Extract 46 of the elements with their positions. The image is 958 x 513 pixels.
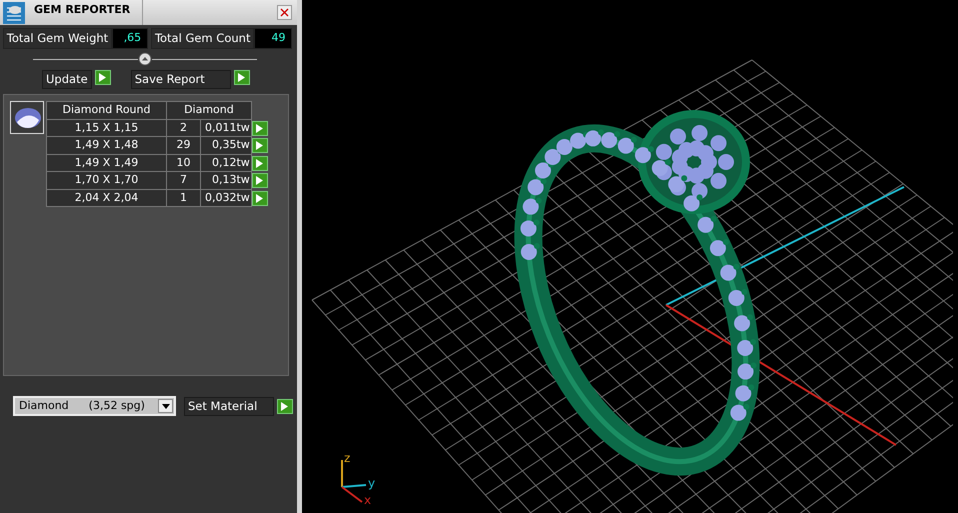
window-title: GEM REPORTER [25,0,143,25]
play-icon [281,402,288,411]
table-cell: 10 [166,154,200,172]
close-button[interactable] [277,5,292,20]
table-cell: 1,70 X 1,70 [46,172,166,190]
set-material-button[interactable]: Set Material [184,396,274,416]
material-density: (3,52 spg) [88,398,145,414]
save-report-button[interactable]: Save Report [130,70,231,90]
table-cell: 0,12tw [200,154,252,172]
table-cell: 0,35tw [200,136,252,154]
column-header: Diamond [166,102,252,120]
total-value: 49 [254,28,292,49]
dropdown-caret-icon [158,399,173,414]
table-cell: 29 [166,136,200,154]
table-cell: 0,032tw [200,189,252,207]
table-cell: 2 [166,119,200,137]
table-cell: 0,011tw [200,119,252,137]
table-cell: 1,49 X 1,48 [46,136,166,154]
material-name: Diamond [19,398,69,414]
close-icon [280,8,289,17]
material-dropdown[interactable]: Diamond (3,52 spg) [13,396,176,416]
table-cell: 2,04 X 2,04 [46,189,166,207]
go-button[interactable] [252,156,268,170]
table-cell: 0,13tw [200,172,252,190]
table-cell: 1 [166,189,200,207]
table-cell: 1,49 X 1,49 [46,154,166,172]
update-button[interactable]: Update [42,70,92,90]
total-label: Total Gem Weight [2,28,112,49]
total-value: ,65 [112,28,148,49]
go-button[interactable] [234,70,250,85]
axis-label: z [344,451,350,465]
axis-label: x [364,493,372,507]
axis-label: y [368,476,376,490]
gem-icon [10,101,44,134]
column-header: Diamond Round [46,102,166,120]
axis-gizmo-drawing [341,460,366,503]
play-icon [99,73,106,82]
go-button[interactable] [276,398,293,414]
go-button[interactable] [252,120,268,136]
table-cell: 1,15 X 1,15 [46,119,166,137]
go-button[interactable] [94,70,111,85]
total-label: Total Gem Count [150,28,254,49]
play-icon [238,73,245,82]
table-cell: 7 [166,172,200,190]
splitter-handle[interactable] [138,52,152,66]
go-button[interactable] [252,190,268,206]
